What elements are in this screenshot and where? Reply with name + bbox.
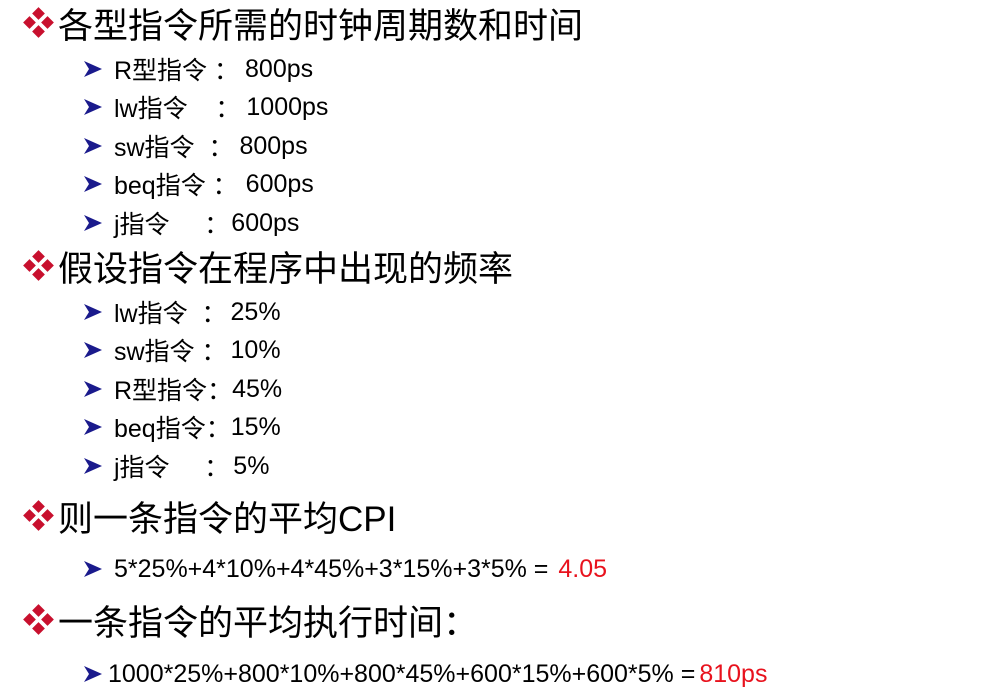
item-value: 800ps <box>245 54 314 83</box>
list-item: beq指令： 15% <box>82 411 281 443</box>
item-value: 5% <box>233 451 270 480</box>
formula-result: 4.05 <box>558 554 608 583</box>
arrowhead-right-icon <box>84 304 102 320</box>
formula-line-time: 1000*25%+800*10%+800*45%+600*15%+600*5% … <box>82 658 767 690</box>
arrowhead-right-icon <box>84 61 102 77</box>
item-separator: ： <box>169 211 230 239</box>
arrowhead-right-icon <box>84 381 102 397</box>
arrowhead-right-icon <box>84 176 102 192</box>
item-label: j指令 <box>114 211 170 239</box>
item-value: 600ps <box>245 169 314 198</box>
list-item: R型指令： 45% <box>82 373 282 405</box>
arrowhead-right-icon <box>84 99 102 115</box>
list-item: lw指令 ： 25% <box>82 296 281 328</box>
list-item: sw指令 ： 800ps <box>82 130 308 162</box>
item-label: lw指令 <box>114 300 188 328</box>
diamond-quad-icon <box>23 7 54 38</box>
formula-text: 1000*25%+800*10%+800*45%+600*15%+600*5% … <box>108 659 696 688</box>
item-separator: ： <box>205 415 231 443</box>
list-item: beq指令 ： 600ps <box>82 168 314 200</box>
section-heading-average-cpi: 则一条指令的平均CPI <box>22 496 396 539</box>
arrowhead-right-icon <box>84 342 102 358</box>
item-separator: ： <box>187 300 227 328</box>
item-label: sw指令 <box>114 134 195 162</box>
item-separator: ： <box>187 95 241 123</box>
item-separator: ： <box>207 57 240 85</box>
arrowhead-right-icon <box>84 561 102 577</box>
item-separator: ： <box>169 454 230 482</box>
section-heading-average-time: 一条指令的平均执行时间： <box>22 600 478 643</box>
item-label: j指令 <box>114 454 170 482</box>
arrowhead-right-icon <box>84 666 102 682</box>
item-label: sw指令 <box>114 338 195 366</box>
item-label: beq指令 <box>114 172 206 200</box>
item-value: 600ps <box>231 208 300 237</box>
list-item: j指令 ： 600ps <box>82 207 299 239</box>
formula-text: 5*25%+4*10%+4*45%+3*15%+3*5% = <box>114 554 549 583</box>
item-value: 800ps <box>239 131 308 160</box>
item-value: 45% <box>232 374 283 403</box>
section-title: 假设指令在程序中出现的频率 <box>58 249 514 289</box>
formula-result: 810ps <box>699 659 768 688</box>
list-item: sw指令 ： 10% <box>82 334 281 366</box>
section-heading-cycle-times: 各型指令所需的时钟周期数和时间 <box>22 3 583 46</box>
item-separator: ： <box>194 338 227 366</box>
section-title: 一条指令的平均执行时间： <box>58 603 479 643</box>
arrowhead-right-icon <box>84 419 102 435</box>
item-separator: ： <box>205 172 238 200</box>
arrowhead-right-icon <box>84 138 102 154</box>
arrowhead-right-icon <box>84 215 102 231</box>
item-label: R型指令 <box>114 377 208 405</box>
list-item: j指令 ： 5% <box>82 450 269 482</box>
item-value: 1000ps <box>246 92 329 121</box>
item-value: 25% <box>230 297 281 326</box>
section-heading-frequencies: 假设指令在程序中出现的频率 <box>22 246 513 289</box>
item-separator: ： <box>194 134 234 162</box>
diamond-quad-icon <box>23 250 54 281</box>
item-value: 10% <box>230 335 281 364</box>
section-title: 则一条指令的平均CPI <box>58 499 397 539</box>
item-value: 15% <box>230 412 281 441</box>
list-item: R型指令 ： 800ps <box>82 53 313 85</box>
formula-line-cpi: 5*25%+4*10%+4*45%+3*15%+3*5% = 4.05 <box>82 553 607 585</box>
item-separator: ： <box>207 377 233 405</box>
item-label: R型指令 <box>114 57 208 85</box>
diamond-quad-icon <box>23 604 54 635</box>
item-label: lw指令 <box>114 95 188 123</box>
item-label: beq指令 <box>114 415 206 443</box>
arrowhead-right-icon <box>84 458 102 474</box>
slide: 各型指令所需的时钟周期数和时间 R型指令 ： 800ps lw指令 ： 1000ps… <box>0 0 992 695</box>
section-title: 各型指令所需的时钟周期数和时间 <box>58 6 584 46</box>
list-item: lw指令 ： 1000ps <box>82 91 328 123</box>
diamond-quad-icon <box>23 500 54 531</box>
